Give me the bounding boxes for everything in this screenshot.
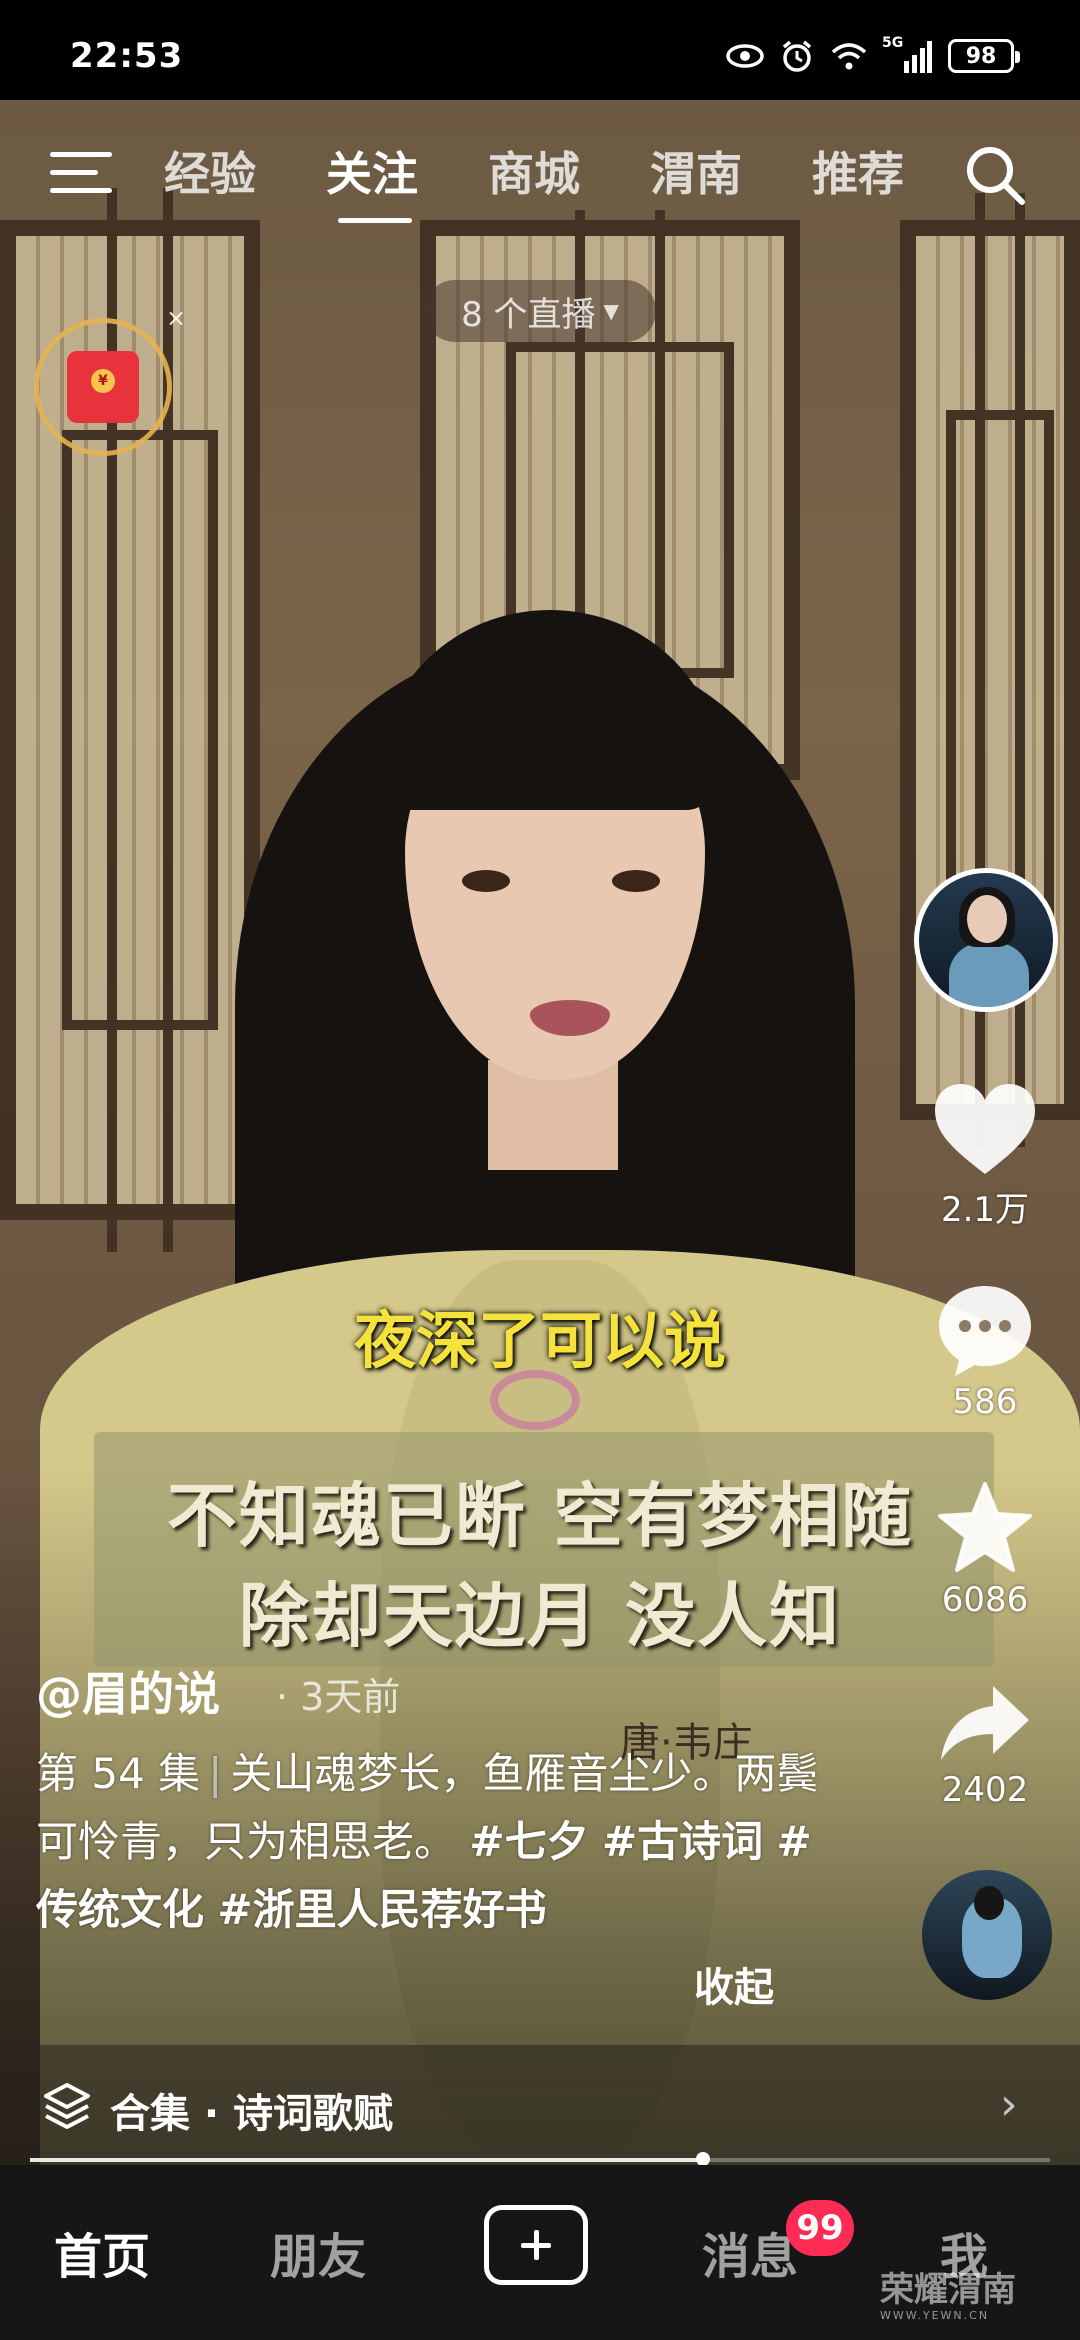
hashtag[interactable]: #七夕	[469, 1817, 588, 1866]
video-subtitle: 夜深了可以说	[353, 1304, 726, 1377]
tab-recommend[interactable]: 推荐	[812, 138, 904, 204]
message-badge: 99	[786, 2200, 854, 2256]
tab-experience[interactable]: 经验	[164, 138, 256, 204]
person-eye-right	[612, 870, 660, 892]
tab-following[interactable]: 关注	[326, 138, 418, 204]
video-description: 第 54 集 | 关山魂梦长，鱼雁音尘少。两鬓可怜青，只为相思老。 #七夕 #古诗词…	[36, 1749, 819, 1934]
layers-icon	[44, 2083, 90, 2129]
collection-label: 合集 · 诗词歌赋	[110, 2091, 394, 2137]
poem-line-2: 除却天边月 没人知	[238, 1575, 842, 1657]
star-icon	[938, 1482, 1032, 1572]
comment-count: 586	[952, 1382, 1018, 1422]
like-button[interactable]: 2.1万	[920, 1082, 1050, 1231]
like-count: 2.1万	[940, 1190, 1030, 1230]
share-count: 2402	[941, 1770, 1029, 1810]
signal-icon: 5G	[882, 35, 932, 73]
red-envelope-widget[interactable]: ¥	[34, 318, 172, 456]
comment-icon	[939, 1286, 1031, 1376]
person-eye-left	[462, 870, 510, 892]
live-count-button[interactable]: 8 个直播 ▼	[424, 280, 656, 342]
status-bar: 22:53 5G 98	[0, 0, 1080, 100]
nav-home[interactable]: 首页	[54, 2217, 150, 2287]
heart-icon	[935, 1084, 1035, 1174]
watermark-sub: WWW.YEWN.CN	[880, 2309, 990, 2322]
search-icon[interactable]	[962, 142, 1028, 208]
share-icon	[941, 1686, 1029, 1760]
comment-button[interactable]: 586	[920, 1282, 1050, 1422]
author-name[interactable]: @眉的说	[36, 1658, 220, 1724]
favorite-count: 6086	[941, 1580, 1029, 1620]
share-button[interactable]: 2402	[920, 1680, 1050, 1810]
alarm-icon	[782, 40, 812, 72]
collection-bar[interactable]: 合集 · 诗词歌赋 ›	[0, 2045, 1080, 2165]
wifi-icon	[831, 43, 867, 70]
status-icons: 5G 98	[726, 35, 1020, 76]
active-tab-indicator	[338, 218, 412, 223]
music-disc[interactable]	[922, 1870, 1052, 2000]
hashtag[interactable]: #浙里人民荐好书	[217, 1885, 546, 1934]
watermark-logo: 荣耀渭南 WWW.YEWN.CN	[880, 2262, 1016, 2322]
plus-icon[interactable]	[484, 2205, 588, 2285]
menu-icon[interactable]	[50, 150, 112, 194]
nav-messages[interactable]: 消息	[702, 2217, 798, 2287]
watermark-text: 荣耀渭南	[880, 2270, 1016, 2310]
hashtag[interactable]: #古诗词	[602, 1817, 763, 1866]
progress-fill	[30, 2158, 704, 2162]
top-nav: 经验 关注 商城 渭南 推荐	[0, 120, 1080, 223]
eye-icon	[726, 44, 764, 68]
status-time: 22:53	[70, 36, 184, 76]
close-icon[interactable]: ×	[166, 304, 186, 332]
creator-avatar[interactable]	[914, 868, 1058, 1012]
live-count-label: 8 个直播	[461, 294, 596, 335]
caret-down-icon: ▼	[603, 299, 619, 323]
chevron-right-icon: ›	[1000, 2079, 1018, 2130]
tab-local[interactable]: 渭南	[650, 138, 742, 204]
battery-icon: 98	[948, 39, 1020, 73]
red-envelope-icon: ¥	[67, 351, 139, 423]
nav-friends[interactable]: 朋友	[270, 2217, 366, 2287]
video-progress-bar[interactable]	[30, 2152, 1050, 2166]
poem-line-1: 不知魂已断 空有梦相随	[166, 1475, 914, 1557]
favorite-button[interactable]: 6086	[920, 1480, 1050, 1620]
collapse-button[interactable]: 收起	[694, 1955, 774, 2013]
tab-mall[interactable]: 商城	[488, 138, 580, 204]
post-time: · 3天前	[276, 1675, 401, 1719]
episode-label: 第 54 集	[36, 1749, 201, 1798]
